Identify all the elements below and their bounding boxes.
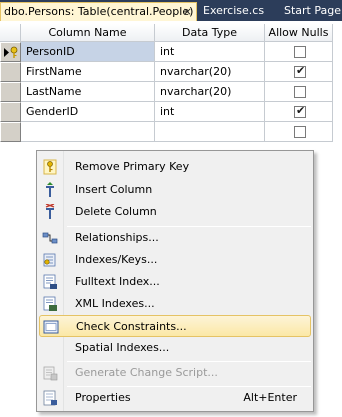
menu-item-shortcut: Alt+Enter bbox=[243, 391, 297, 404]
row-selector[interactable] bbox=[0, 42, 21, 62]
properties-icon bbox=[43, 390, 57, 406]
menu-item-fulltext-index[interactable]: Fulltext Index... bbox=[39, 271, 311, 293]
indexes-keys-icon bbox=[43, 253, 56, 267]
xml-indexes-icon bbox=[43, 296, 57, 311]
row-selector[interactable] bbox=[0, 82, 21, 102]
table-row[interactable]: LastName nvarchar(20) bbox=[0, 82, 333, 102]
menu-item-delete-column[interactable]: Delete Column bbox=[39, 201, 311, 223]
fulltext-index-icon bbox=[43, 274, 57, 289]
table-designer-grid: Column Name Data Type Allow Nulls Person… bbox=[0, 24, 342, 144]
menu-item-check-constraints[interactable]: Check Constraints... bbox=[39, 315, 311, 337]
allow-nulls-cell: ✔ bbox=[265, 62, 333, 82]
tab-label: Exercise.cs bbox=[203, 4, 265, 17]
menu-item-label: Remove Primary Key bbox=[75, 160, 190, 173]
menu-item-indexes-keys[interactable]: Indexes/Keys... bbox=[39, 249, 311, 271]
grid-header: Column Name Data Type Allow Nulls bbox=[0, 24, 342, 42]
allow-nulls-checkbox[interactable]: ✔ bbox=[294, 64, 306, 78]
menu-item-label: Check Constraints... bbox=[76, 320, 187, 333]
tab-label: Start Page bbox=[284, 4, 341, 17]
column-name-cell[interactable] bbox=[21, 122, 155, 142]
key-icon bbox=[43, 159, 57, 175]
menu-item-label: Spatial Indexes... bbox=[75, 341, 170, 354]
allow-nulls-checkbox[interactable] bbox=[294, 46, 306, 58]
table-row[interactable]: PersonID int bbox=[0, 42, 333, 62]
grid-corner[interactable] bbox=[0, 24, 21, 42]
data-type-cell[interactable] bbox=[155, 122, 265, 142]
check-icon: ✔ bbox=[296, 104, 306, 117]
menu-item-label: XML Indexes... bbox=[75, 297, 155, 310]
allow-nulls-checkbox[interactable]: ✔ bbox=[294, 104, 306, 118]
delete-column-icon bbox=[45, 204, 55, 219]
table-row-new[interactable] bbox=[0, 122, 333, 142]
menu-item-properties[interactable]: Properties Alt+Enter bbox=[39, 387, 311, 409]
data-type-cell[interactable]: int bbox=[155, 102, 265, 122]
close-icon[interactable]: × bbox=[183, 3, 192, 21]
column-name-header[interactable]: Column Name bbox=[21, 24, 155, 42]
row-selector[interactable] bbox=[0, 102, 21, 122]
data-type-cell[interactable]: nvarchar(20) bbox=[155, 62, 265, 82]
column-name-cell[interactable]: FirstName bbox=[21, 62, 155, 82]
menu-item-remove-primary-key[interactable]: Remove Primary Key bbox=[39, 156, 311, 178]
generate-script-icon bbox=[43, 366, 58, 381]
allow-nulls-checkbox[interactable] bbox=[294, 126, 306, 138]
menu-item-label: Relationships... bbox=[75, 231, 159, 244]
row-selector[interactable] bbox=[0, 62, 21, 82]
allow-nulls-cell: ✔ bbox=[265, 102, 333, 122]
allow-nulls-cell bbox=[265, 82, 333, 102]
column-name-cell[interactable]: PersonID bbox=[21, 42, 155, 62]
primary-key-current-row-icon bbox=[4, 46, 18, 58]
relationships-icon bbox=[42, 232, 58, 244]
row-selector[interactable] bbox=[0, 122, 21, 142]
allow-nulls-cell bbox=[265, 42, 333, 62]
menu-item-label: Generate Change Script... bbox=[75, 366, 218, 379]
tab-start-page[interactable]: Start Page bbox=[280, 2, 342, 21]
table-row[interactable]: FirstName nvarchar(20) ✔ bbox=[0, 62, 333, 82]
column-name-cell[interactable]: LastName bbox=[21, 82, 155, 102]
tab-exercise-cs[interactable]: Exercise.cs bbox=[199, 2, 279, 21]
menu-item-label: Properties bbox=[75, 391, 131, 404]
table-row[interactable]: GenderID int ✔ bbox=[0, 102, 333, 122]
check-constraints-icon bbox=[43, 320, 59, 334]
menu-item-generate-change-script: Generate Change Script... bbox=[39, 362, 311, 384]
menu-item-label: Delete Column bbox=[75, 205, 157, 218]
allow-nulls-cell bbox=[265, 122, 333, 142]
menu-item-xml-indexes[interactable]: XML Indexes... bbox=[39, 293, 311, 315]
tab-persons-table[interactable]: dbo.Persons: Table(central.People) × bbox=[0, 2, 197, 21]
tab-label: dbo.Persons: Table(central.People) bbox=[4, 5, 194, 18]
data-type-header[interactable]: Data Type bbox=[155, 24, 265, 42]
allow-nulls-checkbox[interactable] bbox=[294, 86, 306, 98]
menu-item-spatial-indexes[interactable]: Spatial Indexes... bbox=[39, 337, 311, 359]
menu-item-label: Fulltext Index... bbox=[75, 275, 160, 288]
column-name-cell[interactable]: GenderID bbox=[21, 102, 155, 122]
data-type-cell[interactable]: nvarchar(20) bbox=[155, 82, 265, 102]
menu-item-label: Indexes/Keys... bbox=[75, 253, 158, 266]
check-icon: ✔ bbox=[296, 64, 306, 77]
menu-item-label: Insert Column bbox=[75, 183, 153, 196]
document-tab-strip: dbo.Persons: Table(central.People) × Exe… bbox=[0, 0, 342, 21]
allow-nulls-header[interactable]: Allow Nulls bbox=[265, 24, 333, 42]
menu-item-relationships[interactable]: Relationships... bbox=[39, 227, 311, 249]
context-menu: Remove Primary Key Insert Column Delete … bbox=[36, 150, 314, 412]
data-type-cell[interactable]: int bbox=[155, 42, 265, 62]
menu-item-insert-column[interactable]: Insert Column bbox=[39, 179, 311, 201]
insert-column-icon bbox=[46, 182, 54, 197]
